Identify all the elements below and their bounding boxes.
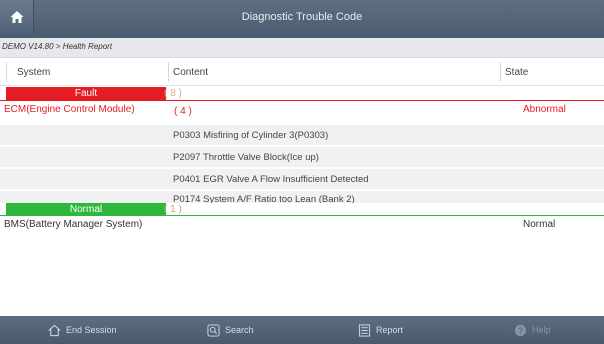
column-header-content: Content bbox=[173, 67, 209, 78]
normal-group-count: ( 1 ) bbox=[164, 204, 182, 215]
fault-group-tag: Fault bbox=[6, 87, 166, 100]
normal-group-tag: Normal bbox=[6, 203, 166, 216]
dtc-row[interactable]: P0174 System A/F Ratio too Lean (Bank 2) bbox=[0, 190, 604, 203]
system-row-bms[interactable]: BMS(Battery Manager System) Normal bbox=[0, 216, 604, 235]
fault-group-count: ( 8 ) bbox=[164, 88, 182, 99]
end-session-label: End Session bbox=[66, 325, 117, 335]
end-session-button[interactable]: End Session bbox=[48, 316, 117, 344]
system-name: BMS(Battery Manager System) bbox=[4, 219, 143, 230]
table-header: System Content State bbox=[0, 58, 604, 86]
search-icon bbox=[207, 323, 220, 337]
page-title: Diagnostic Trouble Code bbox=[241, 11, 363, 23]
title-bar: Diagnostic Trouble Code bbox=[0, 0, 604, 38]
dtc-text: P2097 Throttle Valve Block(Ice up) bbox=[173, 152, 319, 163]
system-row-ecm[interactable]: ECM(Engine Control Module) ( 4 ) Abnorma… bbox=[0, 101, 604, 120]
search-label: Search bbox=[225, 325, 254, 335]
system-name: ECM(Engine Control Module) bbox=[4, 104, 135, 115]
system-state: Normal bbox=[523, 219, 556, 230]
help-label: Help bbox=[532, 325, 551, 335]
home-outline-icon bbox=[48, 324, 61, 336]
report-button[interactable]: Report bbox=[358, 316, 403, 344]
svg-text:?: ? bbox=[518, 325, 523, 335]
dtc-row[interactable]: P0303 Misfiring of Cylinder 3(P0303) bbox=[0, 124, 604, 145]
dtc-row[interactable]: P0401 EGR Valve A Flow Insufficient Dete… bbox=[0, 168, 604, 189]
report-icon bbox=[358, 323, 371, 337]
search-button[interactable]: Search bbox=[207, 316, 254, 344]
column-divider bbox=[500, 62, 501, 82]
breadcrumb-bar: DEMO V14.80 > Health Report bbox=[0, 38, 604, 58]
help-icon: ? bbox=[514, 324, 527, 336]
column-header-state: State bbox=[505, 67, 529, 78]
column-divider bbox=[168, 62, 169, 82]
dtc-text: P0401 EGR Valve A Flow Insufficient Dete… bbox=[173, 174, 369, 185]
column-header-system: System bbox=[17, 67, 51, 78]
report-label: Report bbox=[376, 325, 404, 335]
help-button[interactable]: ? Help bbox=[514, 316, 551, 344]
bottom-toolbar: End Session Search Report ? Help bbox=[0, 316, 604, 344]
dtc-text: P0174 System A/F Ratio too Lean (Bank 2) bbox=[173, 194, 355, 203]
system-fault-count: ( 4 ) bbox=[174, 106, 192, 117]
column-divider bbox=[6, 62, 7, 82]
dtc-text: P0303 Misfiring of Cylinder 3(P0303) bbox=[173, 130, 329, 141]
system-state: Abnormal bbox=[523, 104, 566, 115]
breadcrumb: DEMO V14.80 > Health Report bbox=[2, 42, 113, 51]
dtc-row[interactable]: P2097 Throttle Valve Block(Ice up) bbox=[0, 146, 604, 167]
